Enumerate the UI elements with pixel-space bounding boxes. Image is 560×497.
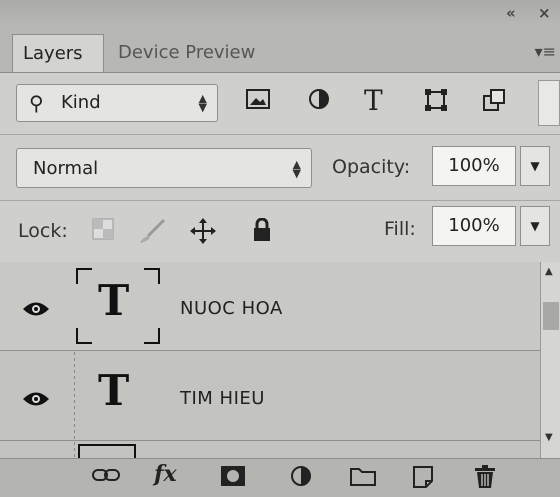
blend-mode-value: Normal bbox=[33, 158, 99, 179]
filter-kind-label: Kind bbox=[61, 92, 101, 113]
new-group-folder-icon[interactable] bbox=[350, 465, 376, 493]
layer-name[interactable]: TIM HIEU bbox=[180, 388, 265, 409]
panel-tabs: Layers Device Preview ▾≡ bbox=[0, 28, 560, 73]
lock-position-move-icon[interactable] bbox=[190, 218, 216, 250]
search-icon: ⚲ bbox=[29, 91, 44, 115]
link-layers-icon[interactable] bbox=[92, 465, 120, 490]
layer-style-fx-icon[interactable]: fx bbox=[154, 461, 177, 487]
new-adjustment-layer-icon[interactable] bbox=[290, 465, 312, 493]
selection-corner bbox=[76, 268, 92, 284]
layer-name[interactable]: NUOC HOA bbox=[180, 298, 283, 319]
select-arrows-icon: ▲ ▼ bbox=[292, 158, 301, 180]
lock-image-pixels-brush-icon[interactable] bbox=[138, 218, 168, 250]
select-arrows-icon: ▲ ▼ bbox=[198, 92, 207, 114]
layer-row[interactable]: T NUOC HOA bbox=[0, 262, 540, 351]
tab-layers[interactable]: Layers bbox=[12, 34, 104, 72]
lock-all-icon[interactable] bbox=[252, 217, 272, 248]
scrollbar-thumb[interactable] bbox=[543, 302, 559, 330]
tab-device-preview[interactable]: Device Preview bbox=[108, 34, 294, 72]
visibility-eye-icon[interactable] bbox=[22, 386, 50, 414]
layer-thumbnail[interactable]: T bbox=[74, 266, 160, 346]
close-icon[interactable]: × bbox=[538, 4, 551, 22]
panel-title-strip: « × bbox=[0, 0, 560, 28]
layers-bottom-toolbar: fx bbox=[0, 458, 560, 497]
fill-label: Fill: bbox=[384, 218, 416, 240]
lock-label: Lock: bbox=[18, 220, 68, 242]
adjustment-filter-icon[interactable] bbox=[308, 88, 330, 116]
panel-menu-icon[interactable]: ▾≡ bbox=[535, 42, 556, 61]
layers-scrollbar[interactable]: ▲ ▼ bbox=[540, 262, 560, 458]
smart-object-filter-icon[interactable] bbox=[482, 88, 506, 118]
image-filter-icon[interactable] bbox=[246, 88, 270, 116]
type-layer-icon: T bbox=[98, 366, 130, 415]
selection-corner bbox=[76, 328, 92, 344]
opacity-label: Opacity: bbox=[332, 156, 411, 178]
layer-row[interactable]: T TIM HIEU bbox=[0, 352, 540, 441]
filter-toggle[interactable] bbox=[538, 80, 560, 126]
delete-layer-trash-icon[interactable] bbox=[474, 465, 496, 495]
scroll-up-arrow-icon[interactable]: ▲ bbox=[545, 266, 553, 277]
scroll-down-arrow-icon[interactable]: ▼ bbox=[545, 432, 553, 443]
opacity-input[interactable]: 100% bbox=[432, 146, 516, 186]
lock-transparent-pixels-icon[interactable] bbox=[92, 218, 114, 246]
type-filter-icon[interactable]: T bbox=[364, 84, 383, 117]
collapse-icon[interactable]: « bbox=[506, 4, 516, 22]
add-layer-mask-icon[interactable] bbox=[220, 465, 246, 493]
selection-corner bbox=[144, 328, 160, 344]
next-layer-thumbnail-edge bbox=[78, 444, 136, 458]
divider bbox=[0, 134, 560, 135]
fill-input[interactable]: 100% bbox=[432, 206, 516, 246]
selection-corner bbox=[144, 268, 160, 284]
opacity-dropdown-button[interactable]: ▼ bbox=[520, 146, 550, 186]
layer-thumbnail[interactable]: T bbox=[74, 356, 160, 436]
divider bbox=[0, 200, 560, 201]
filter-kind-select[interactable]: ⚲ Kind ▲ ▼ bbox=[16, 84, 218, 122]
new-layer-icon[interactable] bbox=[412, 465, 434, 495]
visibility-eye-icon[interactable] bbox=[22, 296, 50, 324]
layers-list: T NUOC HOA T TIM HIEU bbox=[0, 262, 540, 458]
shape-filter-icon[interactable] bbox=[424, 88, 448, 118]
blend-mode-select[interactable]: Normal ▲ ▼ bbox=[16, 148, 312, 188]
type-layer-icon: T bbox=[98, 276, 130, 325]
fill-dropdown-button[interactable]: ▼ bbox=[520, 206, 550, 246]
